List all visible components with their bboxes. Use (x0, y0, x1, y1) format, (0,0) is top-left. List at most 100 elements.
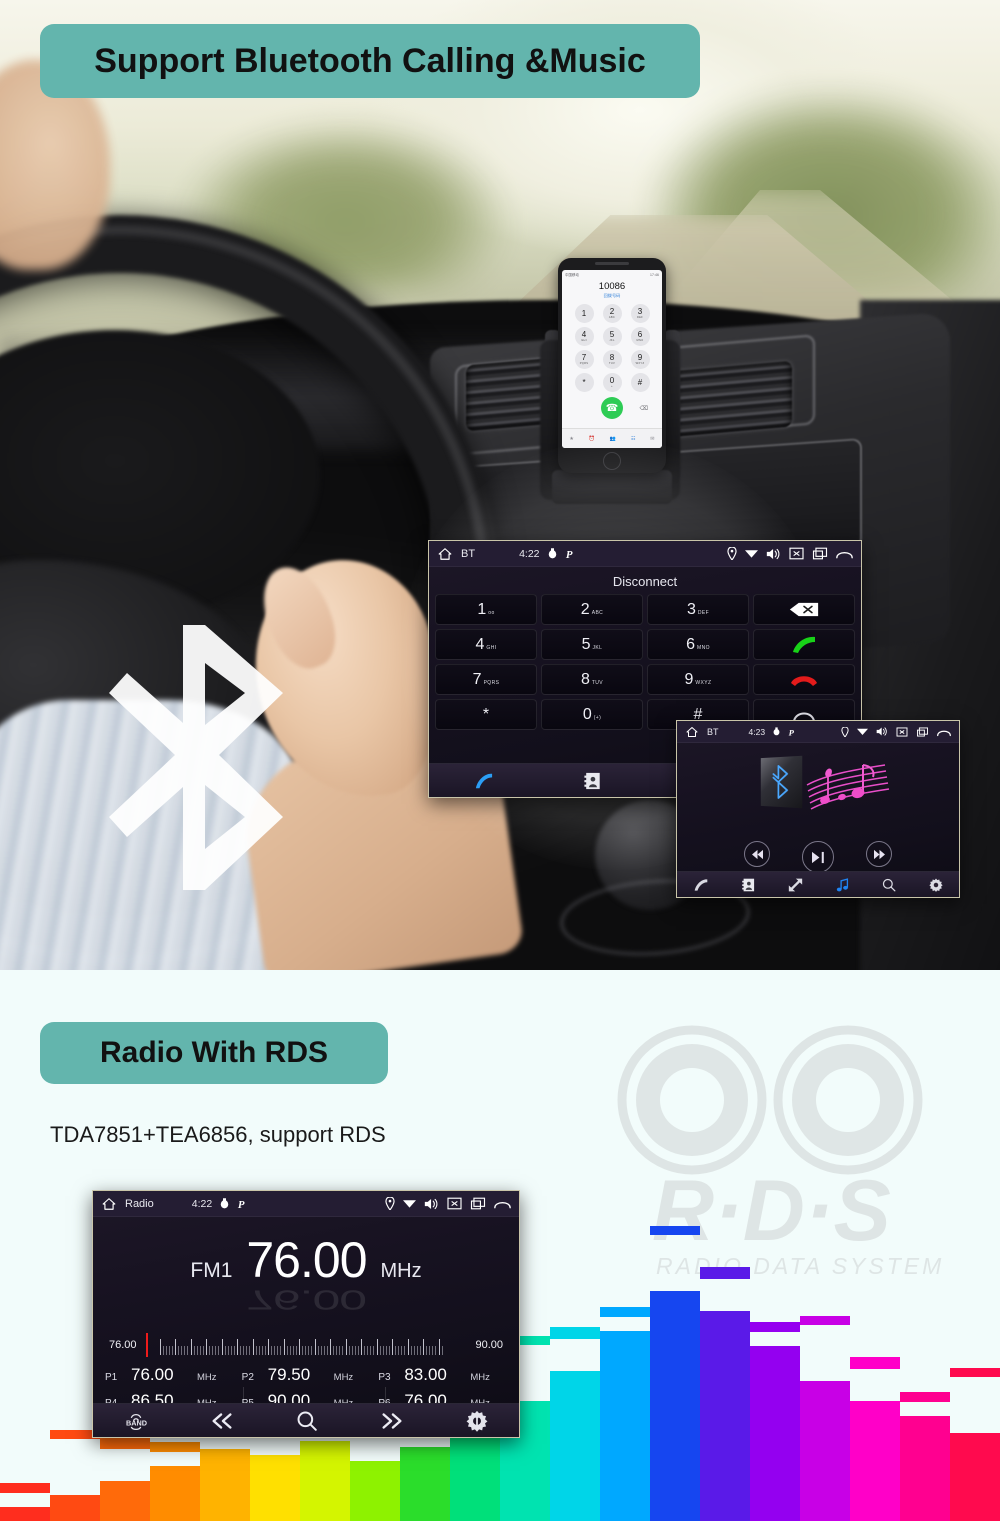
music-transport-controls[interactable] (677, 841, 959, 873)
phone-tab[interactable]: ★ (569, 436, 573, 442)
tick (404, 1346, 406, 1355)
music-toolbar[interactable] (677, 871, 959, 897)
back-arrow-icon[interactable] (494, 1197, 511, 1210)
phone-key[interactable]: 1 (574, 304, 594, 323)
phone-icon[interactable] (693, 878, 709, 892)
home-icon[interactable] (101, 1197, 117, 1211)
equalizer-bar (700, 1311, 750, 1521)
dialer-key-2[interactable]: 2 ABC (541, 594, 643, 625)
radio-tuning-scale[interactable]: 76.00 90.00 (93, 1329, 519, 1357)
music-note-icon[interactable] (836, 877, 849, 892)
volume-icon[interactable] (876, 726, 888, 737)
radio-screen[interactable]: Radio 4:22 P FM1 76.00 MHz 76.00 76.00 9… (92, 1190, 520, 1438)
phone-tabbar[interactable]: ★ ⏰ 👥 ☷ ✉ (562, 428, 662, 448)
tick (339, 1346, 341, 1355)
back-arrow-icon[interactable] (937, 727, 951, 737)
dialer-backspace-button[interactable] (753, 594, 855, 625)
tick (419, 1346, 421, 1355)
phone-key[interactable]: 6 MNO (630, 327, 650, 346)
recents-icon[interactable] (812, 547, 828, 560)
radio-toolbar[interactable]: BAND (93, 1403, 519, 1437)
phone-key[interactable]: 0 + (602, 373, 622, 392)
phone-key[interactable]: 4 GHI (574, 327, 594, 346)
tick (193, 1346, 195, 1355)
close-box-icon[interactable] (896, 726, 908, 737)
phone-tab-keypad[interactable]: ☷ (631, 436, 635, 442)
dialer-key-7[interactable]: 7 PQRS (435, 664, 537, 695)
recents-icon[interactable] (916, 726, 929, 737)
dialer-keypad[interactable]: 1 ᴏᴏ 2 ABC 3 DEF 4 GHI 5 JKL 6 MNO 7 PQR… (429, 594, 861, 730)
backspace-icon (789, 602, 819, 617)
recents-icon[interactable] (470, 1197, 486, 1210)
backspace-icon[interactable]: ⌫ (640, 405, 648, 412)
phone-key[interactable]: * (574, 373, 594, 392)
tick (308, 1346, 310, 1355)
phone-tab[interactable]: 👥 (610, 436, 616, 442)
phone-tab[interactable]: ✉ (650, 436, 654, 442)
preset-key: P3 (378, 1372, 391, 1383)
dialer-key-0[interactable]: 0 (+) (541, 699, 643, 730)
preset-p3[interactable]: P3 83.00 MHz (374, 1363, 511, 1387)
phone-home-button[interactable] (603, 452, 621, 470)
phone-key[interactable]: 3 DEF (630, 304, 650, 323)
preset-p1[interactable]: P1 76.00 MHz (101, 1363, 238, 1387)
transfer-icon[interactable] (788, 878, 803, 892)
wifi-icon (857, 728, 868, 735)
phone-key-num: 6 (637, 330, 643, 339)
phone-tab[interactable]: ⏰ (589, 436, 595, 442)
dialer-key-8[interactable]: 8 TUV (541, 664, 643, 695)
dialer-hangup-button[interactable] (753, 664, 855, 695)
phone-key[interactable]: # (630, 373, 650, 392)
seek-up-icon[interactable] (379, 1411, 405, 1431)
dialer-call-button[interactable] (753, 629, 855, 660)
phone-key[interactable]: 7 PQRS (574, 350, 594, 369)
tuning-cursor[interactable] (145, 1333, 148, 1357)
dialer-key-6[interactable]: 6 MNO (647, 629, 749, 660)
close-box-icon[interactable] (789, 547, 804, 560)
preset-p2[interactable]: P2 79.50 MHz (238, 1363, 375, 1387)
rds-logo-title: R·D·S (652, 1163, 891, 1259)
contacts-icon[interactable] (742, 878, 755, 892)
contacts-icon[interactable] (584, 772, 601, 790)
dialer-key-4[interactable]: 4 GHI (435, 629, 537, 660)
phone-call-button[interactable]: ☎ (601, 397, 623, 419)
volume-icon[interactable] (424, 1197, 439, 1211)
home-icon[interactable] (685, 726, 699, 738)
phone-key[interactable]: 2 ABC (602, 304, 622, 323)
prev-track-icon (751, 849, 763, 859)
phone-key-num: 8 (609, 353, 615, 362)
tick (202, 1346, 204, 1355)
phone-key[interactable]: 8 TUV (602, 350, 622, 369)
home-icon[interactable] (437, 547, 453, 561)
equalizer-bar (350, 1461, 400, 1521)
bt-music-screen[interactable]: BT 4:23 P (676, 720, 960, 898)
dialer-key-5[interactable]: 5 JKL (541, 629, 643, 660)
phone-key[interactable]: 9 WXYZ (630, 350, 650, 369)
search-icon[interactable] (296, 1410, 318, 1432)
seek-down-icon[interactable] (209, 1411, 235, 1431)
dialer-key-3[interactable]: 3 DEF (647, 594, 749, 625)
next-track-button[interactable] (866, 841, 892, 867)
dialer-key-9[interactable]: 9 WXYZ (647, 664, 749, 695)
tick (289, 1346, 291, 1355)
settings-icon[interactable] (928, 878, 943, 892)
phone-key[interactable]: 5 JKL (602, 327, 622, 346)
tuning-ticks[interactable] (145, 1333, 467, 1357)
dialer-key-1[interactable]: 1 ᴏᴏ (435, 594, 537, 625)
phone-icon[interactable] (474, 772, 494, 790)
phone-carrier: 中国移动 (565, 273, 579, 277)
close-box-icon[interactable] (447, 1197, 462, 1210)
prev-track-button[interactable] (744, 841, 770, 867)
tick (333, 1346, 335, 1355)
play-pause-button[interactable] (802, 841, 834, 873)
dialer-key-star[interactable]: * (435, 699, 537, 730)
volume-icon[interactable] (766, 547, 781, 561)
equalizer-bar (850, 1401, 900, 1521)
tick (268, 1339, 270, 1355)
back-arrow-icon[interactable] (836, 547, 853, 560)
phone-keypad[interactable]: 1 2 ABC 3 DEF 4 GHI 5 JKL 6 MNO 7 PQRS 8 TUV 9W… (562, 299, 662, 392)
phone-time: 17:46 (650, 272, 659, 277)
search-icon[interactable] (882, 878, 896, 892)
settings-icon[interactable] (466, 1410, 488, 1432)
band-icon[interactable]: BAND (124, 1411, 148, 1431)
